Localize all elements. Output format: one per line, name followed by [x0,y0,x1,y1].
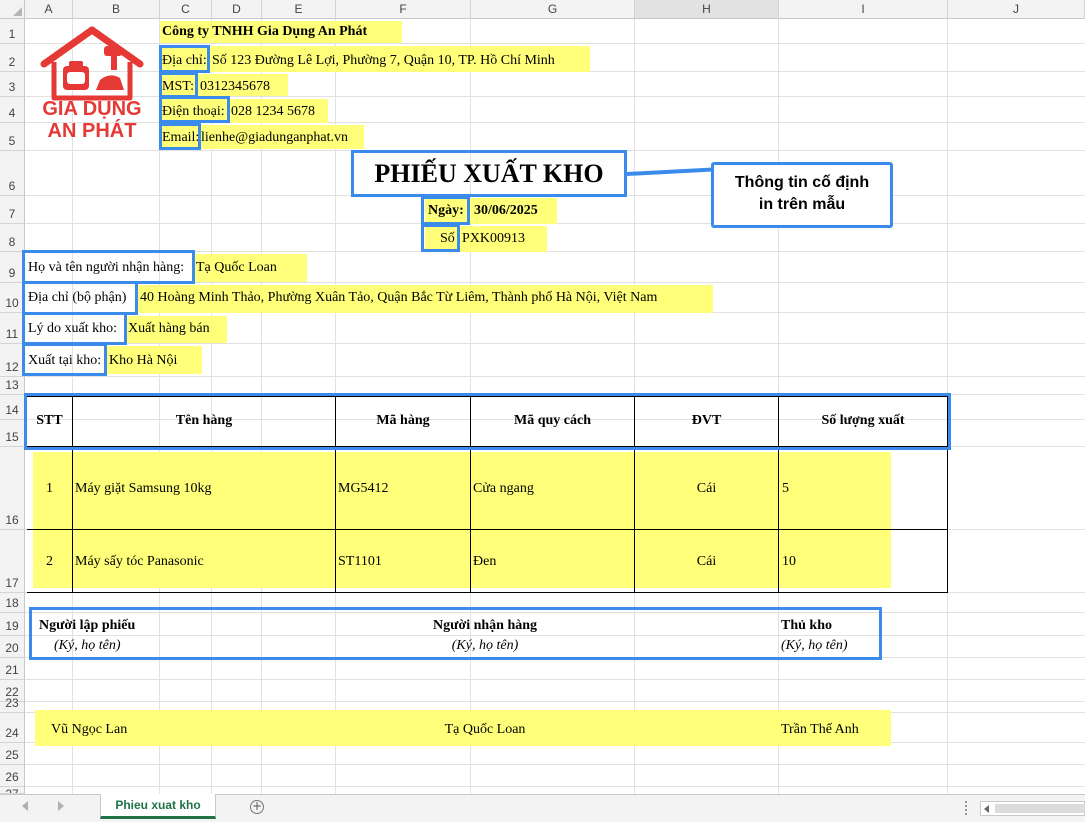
frame-receiver-warehouse-label [22,343,107,376]
sig-creator-label: Người lập phiếu [39,618,136,633]
sig-creator-hint: (Ký, họ tên) [54,638,121,653]
doc-date: 30/06/2025 [474,203,538,218]
row-header-7[interactable]: 7 [0,196,25,224]
row-header-16[interactable]: 16 [0,447,25,530]
frame-email-label [159,123,201,150]
row-header-23[interactable]: 23 [0,696,25,713]
company-tax: 0312345678 [200,79,270,94]
col-header-f[interactable]: F [336,0,471,19]
row-header-18[interactable]: 18 [0,593,25,613]
col-header-e[interactable]: E [262,0,336,19]
sheet-tab-label: Phieu xuat kho [115,798,201,812]
th-ma-quy-cach: Mã quy cách [514,413,591,428]
row-header-5[interactable]: 5 [0,123,25,151]
company-name: Công ty TNHH Gia Dụng An Phát [162,24,368,39]
cell-ma-quy-cach[interactable]: Đen [473,553,496,571]
row-header-6[interactable]: 6 [0,151,25,196]
horizontal-scrollbar[interactable] [980,801,1085,816]
frame-number-label [421,224,460,252]
col-header-g[interactable]: G [471,0,635,19]
th-stt: STT [36,413,63,428]
row-header-19[interactable]: 19 [0,613,25,636]
th-dvt: ĐVT [691,413,722,428]
house-appliances-icon [40,26,144,101]
frame-receiver-name-label [22,250,195,284]
frame-receiver-address-label [22,281,138,315]
sig-keeper-label: Thủ kho [781,618,832,633]
select-all-corner[interactable] [0,0,25,19]
sig-receiver-label: Người nhận hàng [432,618,538,633]
frame-tax-label [159,72,198,98]
company-address: Số 123 Đường Lê Lợi, Phường 7, Quận 10, … [212,53,555,68]
col-header-a[interactable]: A [25,0,73,19]
company-email: lienhe@giadunganphat.vn [201,130,349,145]
frame-receiver-reason-label [22,312,127,345]
row-header-14[interactable]: 14 [0,395,25,420]
logo-line1: GIA DỤNG [42,98,142,120]
callout-line2: in trên mẫu [758,196,846,213]
row-header-15[interactable]: 15 [0,420,25,447]
col-header-h[interactable]: H [635,0,779,19]
col-header-c[interactable]: C [160,0,212,19]
row-header-17[interactable]: 17 [0,530,25,593]
col-header-j[interactable]: J [948,0,1085,19]
sig-keeper-hint: (Ký, họ tên) [781,638,848,653]
frame-date-label [421,196,470,225]
sig-receiver-name: Tạ Quốc Loan [444,722,526,737]
callout-connector [626,167,713,176]
callout-line1: Thông tin cố định [734,174,870,191]
row-header-2[interactable]: 2 [0,44,25,72]
frame-address-label [159,45,210,73]
receiver-name: Tạ Quốc Loan [196,260,277,275]
company-logo: GIA DỤNG AN PHÁT [36,24,148,144]
logo-line2: AN PHÁT [47,120,137,142]
th-so-luong: Số lượng xuất [821,413,905,428]
cell-ten-hang[interactable]: Máy giặt Samsung 10kg [75,480,212,498]
sheet-tab-bar: Phieu xuat kho + [0,794,1085,822]
row-header-21[interactable]: 21 [0,658,25,680]
sig-keeper-name: Trần Thế Anh [781,722,859,737]
company-phone: 028 1234 5678 [231,104,315,119]
tab-splitter-dots[interactable] [965,801,970,815]
row-header-27[interactable]: 27 [0,787,25,794]
frame-phone-label [159,96,230,123]
scroll-thumb[interactable] [995,804,1085,813]
col-header-d[interactable]: D [212,0,262,19]
cell-so-luong[interactable]: 5 [782,480,789,498]
receiver-address: 40 Hoàng Minh Thảo, Phường Xuân Tảo, Quậ… [140,290,658,305]
th-ten-hang: Tên hàng [175,413,233,428]
receiver-warehouse: Kho Hà Nội [109,353,178,368]
cell-ma-hang[interactable]: MG5412 [338,480,389,498]
scroll-tabs-right-icon[interactable] [58,801,64,811]
cell-ma-quy-cach[interactable]: Cửa ngang [473,480,534,498]
cell-ma-hang[interactable]: ST1101 [338,553,382,571]
cell-stt[interactable]: 2 [27,553,72,571]
row-header-8[interactable]: 8 [0,224,25,252]
col-header-i[interactable]: I [779,0,948,19]
doc-number: PXK00913 [462,231,526,246]
row-header-3[interactable]: 3 [0,72,25,97]
th-ma-hang: Mã hàng [376,413,430,428]
row-header-26[interactable]: 26 [0,765,25,787]
row-header-25[interactable]: 25 [0,743,25,765]
sig-creator-name: Vũ Ngọc Lan [51,722,128,737]
row-header-13[interactable]: 13 [0,377,25,395]
cell-dvt[interactable]: Cái [635,553,778,571]
row-header-1[interactable]: 1 [0,19,25,44]
cell-stt[interactable]: 1 [27,480,72,498]
add-sheet-icon[interactable]: + [250,800,264,814]
scroll-left-arrow-icon[interactable] [984,805,989,813]
receiver-reason: Xuất hàng bán [128,321,210,336]
sig-receiver-hint: (Ký, họ tên) [451,638,519,653]
row-header-24[interactable]: 24 [0,713,25,743]
doc-title: PHIẾU XUẤT KHO [374,159,604,188]
row-header-20[interactable]: 20 [0,636,25,658]
col-header-b[interactable]: B [73,0,160,19]
scroll-tabs-left-icon[interactable] [22,801,28,811]
sheet-tab-phieu-xuat-kho[interactable]: Phieu xuat kho [100,794,216,819]
cell-so-luong[interactable]: 10 [782,553,796,571]
cell-dvt[interactable]: Cái [635,480,778,498]
row-header-4[interactable]: 4 [0,97,25,123]
cell-ten-hang[interactable]: Máy sấy tóc Panasonic [75,553,204,571]
